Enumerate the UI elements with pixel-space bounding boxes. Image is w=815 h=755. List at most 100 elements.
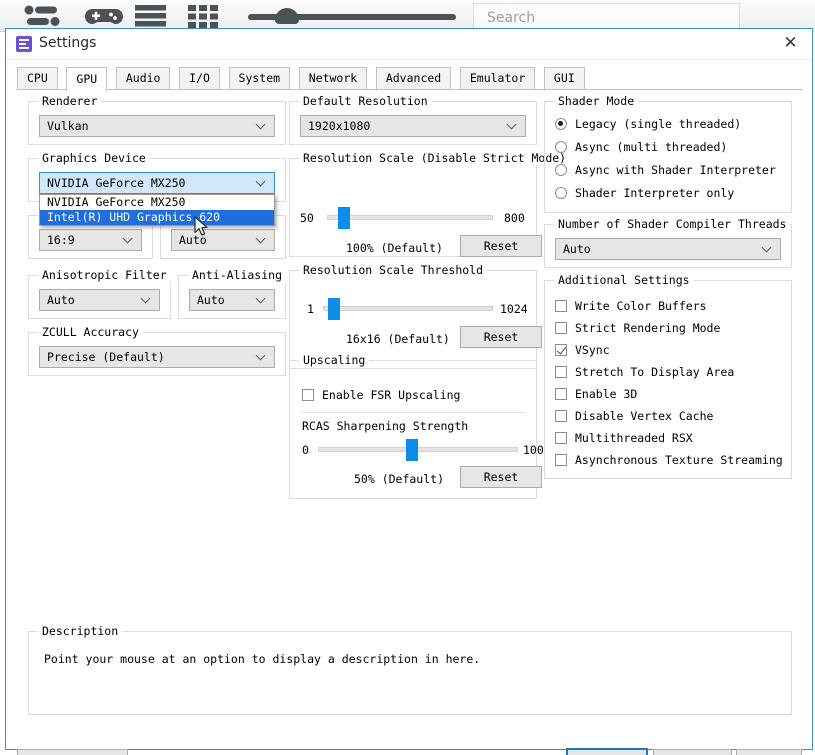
checkbox-multithreaded-rsx[interactable]: Multithreaded RSX bbox=[555, 431, 693, 445]
checkbox-box bbox=[555, 432, 567, 444]
tab-network[interactable]: Network bbox=[298, 67, 368, 89]
group-upscaling-legend: Upscaling bbox=[299, 353, 370, 367]
restore-defaults-button[interactable]: Restore Defaults bbox=[17, 749, 128, 755]
group-resolution-scale-legend: Resolution Scale (Disable Strict Mode) bbox=[299, 151, 571, 165]
radio-circle bbox=[555, 118, 567, 130]
playlist-icon[interactable] bbox=[22, 4, 62, 28]
group-zcull-accuracy-legend: ZCULL Accuracy bbox=[38, 325, 143, 339]
chevron-down-icon bbox=[257, 120, 266, 129]
close-icon[interactable]: ✕ bbox=[769, 29, 812, 58]
resolution-threshold-slider-thumb[interactable] bbox=[328, 298, 340, 320]
radio-async-multi-threaded[interactable]: Async (multi threaded) bbox=[555, 140, 727, 154]
chevron-down-icon bbox=[257, 351, 266, 360]
checkbox-label: Asynchronous Texture Streaming bbox=[575, 453, 783, 467]
grid-view-icon[interactable] bbox=[188, 4, 220, 28]
group-shader-mode-legend: Shader Mode bbox=[554, 94, 639, 108]
rcas-min: 0 bbox=[302, 443, 309, 457]
radio-async-with-shader-interpreter[interactable]: Async with Shader Interpreter bbox=[555, 163, 776, 177]
dropdown-option-intel[interactable]: Intel(R) UHD Graphics 620 bbox=[40, 210, 274, 225]
graphics-device-value: NVIDIA GeForce MX250 bbox=[47, 176, 186, 190]
tab-advanced[interactable]: Advanced bbox=[375, 67, 452, 89]
chevron-down-icon bbox=[508, 120, 517, 129]
checkbox-box bbox=[555, 388, 567, 400]
checkbox-asynchronous-texture-streaming[interactable]: Asynchronous Texture Streaming bbox=[555, 453, 783, 467]
resolution-threshold-slider-track[interactable] bbox=[323, 306, 493, 311]
tab-system[interactable]: System bbox=[228, 67, 291, 89]
checkbox-enable-3d[interactable]: Enable 3D bbox=[555, 387, 637, 401]
checkbox-label: Write Color Buffers bbox=[575, 299, 707, 313]
chevron-down-icon bbox=[257, 177, 266, 186]
radio-circle bbox=[555, 187, 567, 199]
group-anti-aliasing-legend: Anti-Aliasing bbox=[188, 268, 287, 282]
apply-button[interactable]: Apply bbox=[736, 749, 802, 755]
chevron-down-icon bbox=[763, 243, 772, 252]
radio-label: Legacy (single threaded) bbox=[575, 117, 742, 131]
renderer-value: Vulkan bbox=[47, 119, 89, 133]
checkbox-label: Strict Rendering Mode bbox=[575, 321, 721, 335]
group-shader-compiler-threads-legend: Number of Shader Compiler Threads bbox=[554, 217, 791, 231]
resolution-scale-slider-track[interactable] bbox=[327, 215, 493, 220]
anisotropic-filter-select[interactable]: Auto bbox=[39, 289, 160, 311]
resolution-scale-max: 800 bbox=[504, 211, 525, 225]
checkbox-box bbox=[302, 389, 314, 401]
checkbox-strict-rendering-mode[interactable]: Strict Rendering Mode bbox=[555, 321, 720, 335]
radio-circle bbox=[555, 141, 567, 153]
upscaling-divider bbox=[302, 412, 526, 413]
tab-cpu[interactable]: CPU bbox=[17, 67, 58, 89]
default-resolution-select[interactable]: 1920x1080 bbox=[300, 115, 526, 137]
shader-compiler-threads-select[interactable]: Auto bbox=[555, 238, 781, 260]
tab-gpu[interactable]: GPU bbox=[66, 67, 108, 91]
gamepad-icon[interactable] bbox=[85, 4, 123, 28]
resolution-threshold-min: 1 bbox=[307, 302, 314, 316]
checkbox-box bbox=[555, 300, 567, 312]
tab-emulator[interactable]: Emulator bbox=[459, 67, 536, 89]
group-additional-settings-legend: Additional Settings bbox=[554, 273, 694, 287]
checkbox-label: VSync bbox=[575, 343, 610, 357]
checkbox-stretch-to-display-area[interactable]: Stretch To Display Area bbox=[555, 365, 734, 379]
resolution-scale-slider-thumb[interactable] bbox=[338, 207, 350, 229]
checkbox-enable-fsr-upscaling[interactable]: Enable FSR Upscaling bbox=[302, 388, 460, 402]
renderer-select[interactable]: Vulkan bbox=[39, 115, 275, 137]
dropdown-option-nvidia[interactable]: NVIDIA GeForce MX250 bbox=[40, 195, 274, 210]
group-renderer-legend: Renderer bbox=[38, 94, 102, 108]
group-description: Description bbox=[28, 624, 792, 715]
anti-aliasing-select[interactable]: Auto bbox=[189, 289, 275, 311]
anisotropic-filter-value: Auto bbox=[47, 293, 75, 307]
save-button[interactable]: Save bbox=[566, 748, 648, 755]
zcull-accuracy-value: Precise (Default) bbox=[47, 350, 165, 364]
tab-audio[interactable]: Audio bbox=[115, 67, 171, 89]
frame-limit-select[interactable]: Auto bbox=[171, 229, 275, 251]
resolution-scale-caption: 100% (Default) bbox=[346, 241, 443, 255]
icon-size-slider-thumb[interactable] bbox=[275, 8, 299, 24]
rcas-reset-button[interactable]: Reset bbox=[460, 466, 542, 488]
resolution-threshold-reset-button[interactable]: Reset bbox=[460, 326, 542, 348]
resolution-scale-reset-button[interactable]: Reset bbox=[460, 235, 542, 257]
dialog-titlebar: Settings ✕ bbox=[6, 29, 812, 60]
resolution-threshold-caption: 16x16 (Default) bbox=[346, 332, 450, 346]
zcull-accuracy-select[interactable]: Precise (Default) bbox=[39, 346, 275, 368]
radio-legacy-single-threaded[interactable]: Legacy (single threaded) bbox=[555, 117, 741, 131]
list-view-icon[interactable] bbox=[135, 4, 167, 28]
radio-shader-interpreter-only[interactable]: Shader Interpreter only bbox=[555, 186, 734, 200]
graphics-device-dropdown[interactable]: NVIDIA GeForce MX250 Intel(R) UHD Graphi… bbox=[39, 194, 275, 226]
group-graphics-device-legend: Graphics Device bbox=[38, 151, 150, 165]
dialog-title: Settings bbox=[39, 35, 97, 51]
chevron-down-icon bbox=[257, 234, 266, 243]
shader-compiler-threads-value: Auto bbox=[563, 242, 591, 256]
close-button[interactable]: Close bbox=[653, 749, 732, 755]
rcas-slider-thumb[interactable] bbox=[406, 439, 418, 461]
checkbox-disable-vertex-cache[interactable]: Disable Vertex Cache bbox=[555, 409, 713, 423]
checkbox-vsync[interactable]: VSync bbox=[555, 343, 610, 357]
checkbox-box bbox=[555, 454, 567, 466]
tab-io[interactable]: I/O bbox=[179, 67, 220, 89]
tab-gui[interactable]: GUI bbox=[543, 67, 585, 89]
chevron-down-icon bbox=[142, 294, 151, 303]
checkbox-write-color-buffers[interactable]: Write Color Buffers bbox=[555, 299, 707, 313]
graphics-device-select[interactable]: NVIDIA GeForce MX250 bbox=[39, 172, 275, 194]
radio-label: Async with Shader Interpreter bbox=[575, 163, 776, 177]
rcas-slider-track[interactable] bbox=[318, 447, 518, 452]
aspect-ratio-select[interactable]: 16:9 bbox=[39, 229, 142, 251]
rcas-caption: 50% (Default) bbox=[354, 472, 445, 486]
settings-dialog: Settings ✕ CPU GPU Audio I/O System Netw… bbox=[5, 28, 813, 755]
settings-app-icon bbox=[16, 36, 32, 52]
